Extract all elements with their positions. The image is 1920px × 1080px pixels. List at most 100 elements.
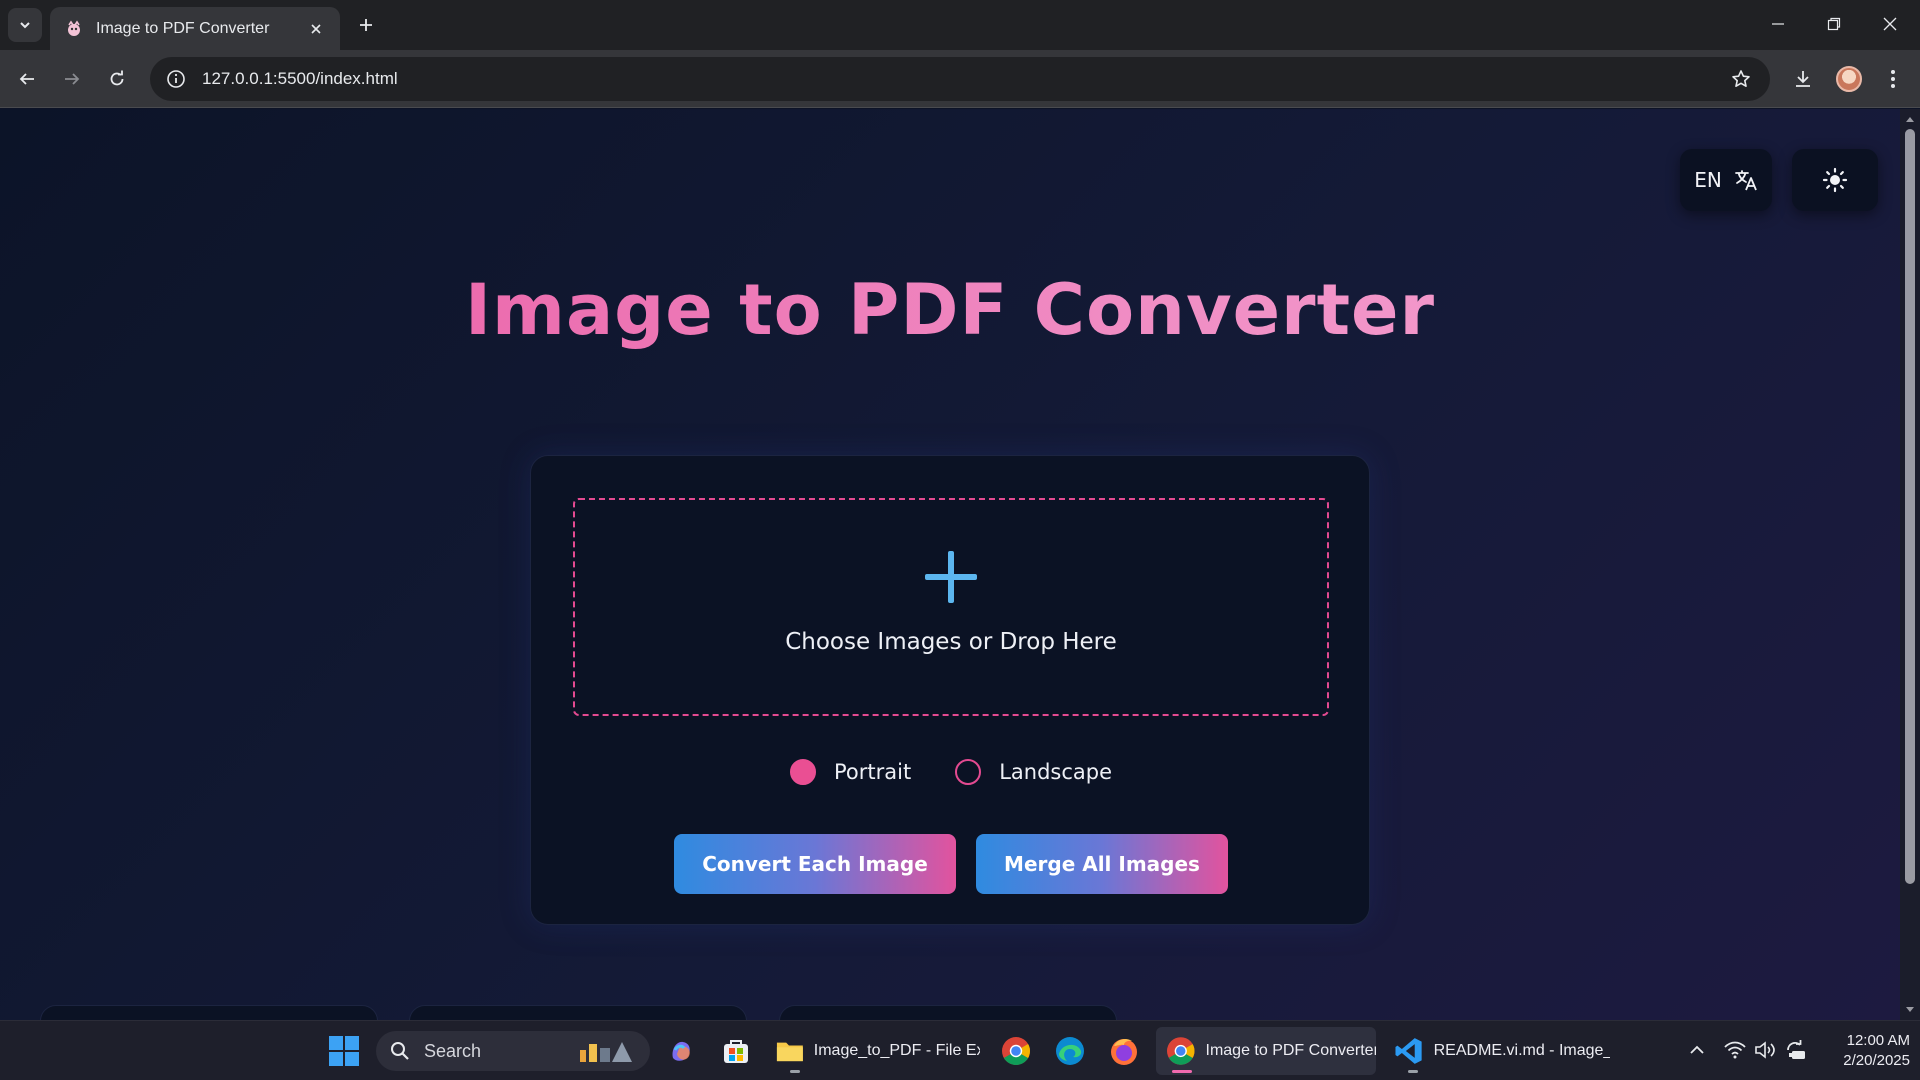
taskbar-chrome-active-window[interactable]: Image to PDF Converter	[1156, 1027, 1376, 1075]
folder-icon	[776, 1042, 803, 1062]
battery-sync-icon	[1787, 1040, 1805, 1059]
taskbar-app-label: README.vi.md - Image_	[1433, 1042, 1610, 1059]
search-icon	[391, 1042, 409, 1060]
page-viewport: EN Image to PDF Converter Choose Images …	[0, 109, 1900, 1020]
minimize-button[interactable]	[1750, 0, 1806, 48]
convert-each-image-button[interactable]: Convert Each Image	[674, 834, 956, 894]
preview-card	[779, 1005, 1117, 1020]
taskbar-app-label: Image to PDF Converter	[1205, 1042, 1377, 1059]
forward-button[interactable]	[55, 62, 89, 96]
active-indicator	[1172, 1070, 1192, 1073]
search-label: Search	[424, 1040, 482, 1061]
url-text: 127.0.0.1:5500/index.html	[202, 69, 398, 88]
chrome-icon	[1002, 1037, 1030, 1065]
volume-status[interactable]	[1752, 1037, 1778, 1063]
page-title: Image to PDF Converter	[0, 269, 1900, 351]
arrow-right-icon	[65, 73, 80, 85]
running-indicator	[790, 1070, 800, 1073]
windows-logo-icon	[329, 1036, 359, 1066]
merge-all-images-button[interactable]: Merge All Images	[976, 834, 1228, 894]
theme-toggle-button[interactable]	[1792, 149, 1878, 211]
taskbar-copilot[interactable]	[660, 1027, 704, 1075]
browser-toolbar: 127.0.0.1:5500/index.html	[0, 50, 1920, 108]
plus-icon	[360, 19, 372, 31]
store-icon	[724, 1040, 748, 1063]
preview-card	[40, 1005, 378, 1020]
taskbar-search[interactable]: Search	[376, 1031, 650, 1071]
scrollbar-thumb[interactable]	[1905, 129, 1915, 884]
copilot-icon	[672, 1041, 690, 1061]
wifi-icon	[1724, 1041, 1746, 1059]
taskbar-chrome[interactable]	[994, 1027, 1038, 1075]
minimize-icon	[1772, 23, 1784, 25]
avatar	[1836, 66, 1862, 92]
taskbar-vscode[interactable]: README.vi.md - Image_	[1386, 1027, 1610, 1075]
site-info-icon[interactable]	[162, 65, 190, 93]
converter-card: Choose Images or Drop Here Portrait Land…	[530, 455, 1370, 925]
taskbar-edge[interactable]	[1048, 1027, 1092, 1075]
bookmark-star-icon[interactable]	[1724, 62, 1758, 96]
action-buttons: Convert Each Image Merge All Images	[531, 834, 1371, 894]
taskbar-clock[interactable]: 12:00 AM 2/20/2025	[1822, 1031, 1910, 1071]
battery-status[interactable]	[1782, 1037, 1808, 1063]
taskbar-firefox[interactable]	[1102, 1027, 1146, 1075]
browser-menu-button[interactable]	[1876, 62, 1910, 96]
tab-close-icon[interactable]	[306, 19, 326, 39]
portrait-label: Portrait	[833, 760, 912, 784]
restore-icon	[1827, 17, 1841, 31]
portrait-radio[interactable]	[789, 759, 816, 785]
browser-tab-active[interactable]: Image to PDF Converter	[50, 7, 340, 50]
speaker-icon	[1755, 1041, 1775, 1059]
downloads-button[interactable]	[1786, 62, 1820, 96]
image-dropzone[interactable]: Choose Images or Drop Here	[573, 498, 1329, 716]
translate-icon	[1734, 170, 1757, 191]
landscape-label: Landscape	[999, 760, 1113, 784]
orientation-portrait[interactable]: Portrait	[789, 759, 912, 785]
close-window-button[interactable]	[1862, 0, 1918, 48]
running-indicator	[1408, 1070, 1418, 1073]
show-hidden-icons-button[interactable]	[1684, 1037, 1710, 1063]
arrow-left-icon	[19, 73, 34, 85]
windows-taskbar: Search Image_to_PDF - File Exp Image to …	[0, 1020, 1920, 1080]
plus-icon	[925, 551, 977, 603]
wifi-status[interactable]	[1722, 1037, 1748, 1063]
back-button[interactable]	[10, 62, 44, 96]
preview-card	[409, 1005, 747, 1020]
vscode-icon	[1395, 1038, 1422, 1064]
close-icon	[1883, 17, 1897, 31]
chrome-icon	[1166, 1037, 1195, 1065]
edge-icon	[1056, 1037, 1084, 1065]
page-scrollbar[interactable]	[1900, 109, 1920, 1020]
taskbar-file-explorer[interactable]: Image_to_PDF - File Exp	[768, 1027, 980, 1075]
download-icon	[1796, 71, 1810, 87]
orientation-options: Portrait Landscape	[531, 759, 1371, 785]
search-highlight-icon	[580, 1042, 632, 1062]
tab-title: Image to PDF Converter	[96, 19, 270, 37]
restore-button[interactable]	[1806, 0, 1862, 48]
browser-tab-bar: Image to PDF Converter	[0, 0, 1920, 50]
clock-time: 12:00 AM	[1846, 1032, 1910, 1049]
profile-button[interactable]	[1832, 62, 1866, 96]
reload-icon	[110, 70, 124, 86]
clock-date: 2/20/2025	[1843, 1052, 1910, 1069]
address-bar[interactable]: 127.0.0.1:5500/index.html	[150, 57, 1770, 101]
taskbar-app-label: Image_to_PDF - File Exp	[813, 1042, 980, 1059]
taskbar-store[interactable]	[714, 1027, 758, 1075]
landscape-radio[interactable]	[955, 759, 982, 785]
scroll-down-icon[interactable]	[1904, 1004, 1916, 1016]
tab-search-button[interactable]	[8, 8, 42, 42]
reload-button[interactable]	[100, 62, 134, 96]
start-button[interactable]	[324, 1027, 364, 1075]
language-label: EN	[1694, 168, 1722, 192]
chevron-down-icon	[20, 22, 30, 29]
language-toggle-button[interactable]: EN	[1680, 149, 1772, 211]
more-vertical-icon	[1891, 70, 1895, 88]
site-favicon-icon	[64, 19, 84, 39]
dropzone-label: Choose Images or Drop Here	[785, 629, 1117, 655]
firefox-icon	[1111, 1038, 1137, 1065]
chevron-up-icon	[1690, 1045, 1704, 1054]
new-tab-button[interactable]	[352, 11, 380, 39]
scroll-up-icon[interactable]	[1904, 113, 1916, 125]
sun-icon	[1822, 167, 1848, 193]
orientation-landscape[interactable]: Landscape	[955, 759, 1112, 785]
